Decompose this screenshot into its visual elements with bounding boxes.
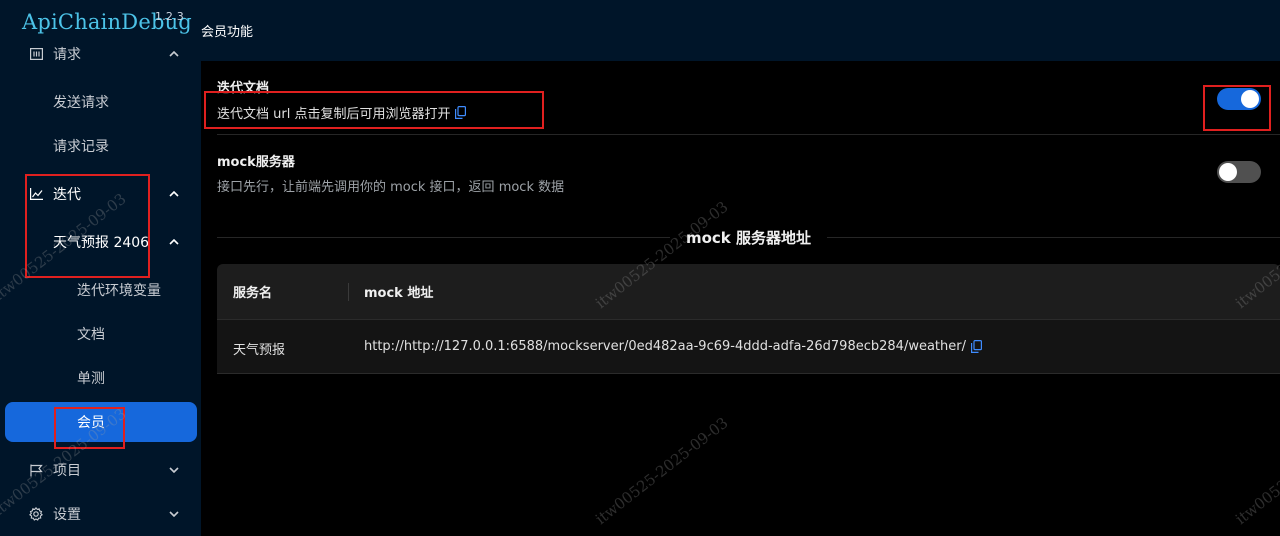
chevron-up-icon bbox=[169, 189, 179, 199]
copy-icon[interactable] bbox=[970, 340, 982, 353]
copy-icon[interactable] bbox=[455, 106, 467, 119]
sidebar-item-project[interactable]: 项目 bbox=[0, 450, 201, 490]
cell-mock-url[interactable]: http://http://127.0.0.1:6588/mockserver/… bbox=[364, 339, 982, 354]
sidebar-item-label: 设置 bbox=[53, 507, 81, 523]
row-separator bbox=[217, 134, 1280, 135]
sidebar-item-request[interactable]: 请求 bbox=[0, 34, 201, 74]
sidebar: ApiChainDebug 1.2.3 请求 发送请求 请求记录 迭代 天气预报… bbox=[0, 0, 201, 536]
switch-knob bbox=[1241, 90, 1259, 108]
chevron-up-icon bbox=[169, 237, 179, 247]
request-icon bbox=[29, 47, 43, 61]
doc-toggle-switch[interactable] bbox=[1217, 88, 1261, 110]
mock-toggle-switch[interactable] bbox=[1217, 161, 1261, 183]
mock-address-divider: mock 服务器地址 bbox=[217, 227, 1280, 247]
app-version: 1.2.3 bbox=[155, 10, 184, 23]
doc-setting-description[interactable]: 迭代文档 url 点击复制后可用浏览器打开 bbox=[217, 103, 467, 122]
sidebar-item-label: 文档 bbox=[77, 327, 105, 343]
flag-icon bbox=[29, 463, 43, 477]
mock-description-text: 接口先行，让前端先调用你的 mock 接口，返回 mock 数据 bbox=[217, 180, 565, 195]
chevron-down-icon bbox=[169, 465, 179, 475]
doc-setting-title: 迭代文档 bbox=[217, 81, 270, 96]
gear-icon bbox=[29, 507, 43, 521]
mock-setting-title: mock服务器 bbox=[217, 155, 295, 170]
top-header: 会员功能 bbox=[201, 0, 1280, 61]
app-logo[interactable]: ApiChainDebug 1.2.3 bbox=[22, 10, 192, 34]
sidebar-item-label: 请求 bbox=[53, 47, 81, 63]
column-header-service-name: 服务名 bbox=[233, 286, 273, 301]
sidebar-item-iteration[interactable]: 迭代 bbox=[0, 174, 201, 214]
mock-address-table: 服务名 mock 地址 天气预报 http://http://127.0.0.1… bbox=[217, 264, 1280, 374]
breadcrumb: 会员功能 bbox=[201, 25, 254, 40]
sidebar-item-docs[interactable]: 文档 bbox=[0, 314, 201, 354]
sidebar-item-label: 会员 bbox=[77, 415, 105, 431]
column-header-mock-url: mock 地址 bbox=[364, 286, 434, 301]
doc-description-text: 迭代文档 url 点击复制后可用浏览器打开 bbox=[217, 107, 451, 122]
switch-knob bbox=[1219, 163, 1237, 181]
mock-url-text: http://http://127.0.0.1:6588/mockserver/… bbox=[364, 339, 966, 354]
cell-service-name: 天气预报 bbox=[233, 343, 286, 358]
chevron-up-icon bbox=[169, 49, 179, 59]
sidebar-item-label: 迭代 bbox=[53, 187, 81, 203]
sidebar-item-label: 项目 bbox=[53, 463, 81, 479]
sidebar-item-send-request[interactable]: 发送请求 bbox=[0, 82, 201, 122]
sidebar-item-label: 单测 bbox=[77, 371, 105, 387]
main-content: 迭代文档 迭代文档 url 点击复制后可用浏览器打开 mock服务器 接口先行，… bbox=[201, 61, 1280, 536]
sidebar-item-unit-test[interactable]: 单测 bbox=[0, 358, 201, 398]
sidebar-item-settings[interactable]: 设置 bbox=[0, 494, 201, 534]
sidebar-item-label: 请求记录 bbox=[53, 139, 109, 155]
mock-address-title: mock 服务器地址 bbox=[685, 228, 812, 247]
sidebar-item-label: 迭代环境变量 bbox=[77, 283, 161, 299]
sidebar-item-label: 天气预报 2406 bbox=[53, 235, 150, 251]
sidebar-item-iteration-env[interactable]: 迭代环境变量 bbox=[0, 270, 201, 310]
chevron-down-icon bbox=[169, 509, 179, 519]
sidebar-item-weather-2406[interactable]: 天气预报 2406 bbox=[0, 222, 201, 262]
mock-setting-description: 接口先行，让前端先调用你的 mock 接口，返回 mock 数据 bbox=[217, 176, 564, 195]
table-header: 服务名 mock 地址 bbox=[217, 264, 1280, 319]
sidebar-item-request-history[interactable]: 请求记录 bbox=[0, 126, 201, 166]
sidebar-item-member[interactable]: 会员 bbox=[5, 402, 197, 442]
sidebar-item-label: 发送请求 bbox=[53, 95, 109, 111]
chart-icon bbox=[29, 187, 43, 201]
column-divider bbox=[348, 283, 349, 301]
table-row: 天气预报 http://http://127.0.0.1:6588/mockse… bbox=[217, 319, 1280, 374]
